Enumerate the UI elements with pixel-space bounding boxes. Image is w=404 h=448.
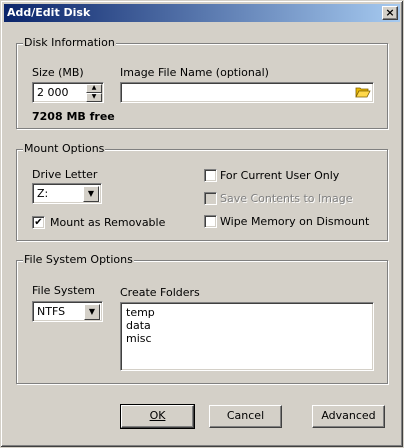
- image-file-label: Image File Name (optional): [120, 66, 269, 79]
- mount-removable-label: Mount as Removable: [50, 216, 166, 229]
- close-button[interactable]: ×: [382, 6, 398, 20]
- close-icon: ×: [385, 6, 395, 19]
- ok-button-label: OK: [149, 409, 166, 422]
- triangle-up-icon: ▲: [91, 84, 97, 91]
- image-file-input[interactable]: [120, 82, 374, 103]
- free-space-text: 7208 MB free: [32, 110, 115, 123]
- checkmark-icon: ✔: [34, 217, 43, 228]
- drive-letter-select[interactable]: Z: ▼: [32, 183, 102, 204]
- size-label: Size (MB): [32, 66, 84, 79]
- create-folders-textarea[interactable]: temp data misc: [120, 302, 374, 371]
- drive-letter-label: Drive Letter: [32, 168, 98, 181]
- mount-removable-checkbox[interactable]: ✔: [32, 216, 45, 229]
- chevron-down-icon: ▼: [87, 189, 95, 198]
- file-system-options-group: File System Options File System NTFS ▼ C…: [16, 253, 388, 384]
- cancel-button[interactable]: Cancel: [209, 405, 282, 428]
- drive-letter-dropdown-button[interactable]: ▼: [83, 186, 99, 202]
- current-user-label: For Current User Only: [220, 169, 340, 182]
- size-value: 2 000: [37, 86, 69, 99]
- folder-item: temp: [126, 306, 155, 319]
- file-system-dropdown-button[interactable]: ▼: [84, 304, 100, 320]
- add-edit-disk-dialog: Add/Edit Disk × Disk Information Size (M…: [0, 0, 404, 448]
- window-title: Add/Edit Disk: [7, 6, 91, 19]
- cancel-button-label: Cancel: [226, 409, 265, 422]
- save-contents-label: Save Contents to Image: [220, 192, 353, 205]
- save-contents-checkbox: [204, 192, 217, 205]
- disk-information-group: Disk Information Size (MB) 2 000 ▲ ▼ 720…: [16, 36, 388, 129]
- ok-button[interactable]: OK: [120, 404, 195, 429]
- folder-open-icon[interactable]: [355, 85, 371, 99]
- folder-item: misc: [126, 332, 152, 345]
- mount-options-legend: Mount Options: [23, 142, 106, 155]
- wipe-memory-checkbox[interactable]: [204, 215, 217, 228]
- file-system-options-legend: File System Options: [23, 253, 134, 266]
- spin-down-button[interactable]: ▼: [86, 93, 102, 102]
- triangle-down-icon: ▼: [91, 93, 97, 100]
- mount-options-group: Mount Options Drive Letter Z: ▼ ✔ Mount …: [16, 142, 388, 241]
- title-bar[interactable]: Add/Edit Disk ×: [4, 4, 400, 22]
- disk-information-legend: Disk Information: [23, 36, 116, 49]
- wipe-memory-label: Wipe Memory on Dismount: [220, 215, 370, 228]
- size-spinner[interactable]: 2 000 ▲ ▼: [32, 82, 104, 103]
- drive-letter-value: Z:: [37, 187, 49, 200]
- current-user-checkbox[interactable]: [204, 169, 217, 182]
- folder-item: data: [126, 319, 151, 332]
- chevron-down-icon: ▼: [88, 307, 96, 316]
- create-folders-label: Create Folders: [120, 286, 200, 299]
- file-system-label: File System: [32, 284, 95, 297]
- file-system-value: NTFS: [37, 305, 66, 318]
- advanced-button[interactable]: Advanced: [312, 405, 385, 428]
- advanced-button-label: Advanced: [321, 409, 376, 422]
- file-system-select[interactable]: NTFS ▼: [32, 301, 103, 322]
- spin-up-button[interactable]: ▲: [86, 84, 102, 93]
- folders-list: temp data misc: [126, 306, 155, 345]
